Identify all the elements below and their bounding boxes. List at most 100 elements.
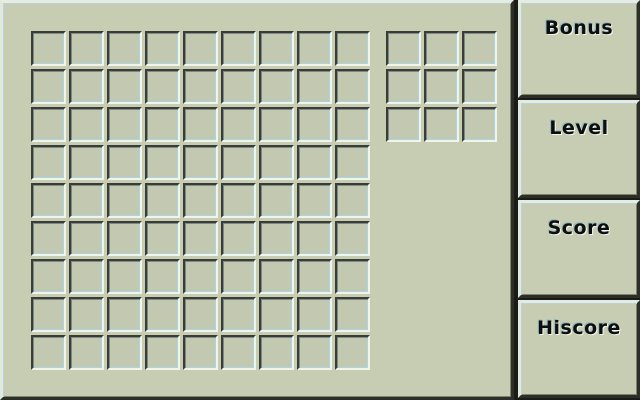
grid-cell[interactable] bbox=[183, 335, 218, 370]
grid-cell[interactable] bbox=[69, 221, 104, 256]
grid-cell[interactable] bbox=[69, 259, 104, 294]
grid-cell[interactable] bbox=[221, 145, 256, 180]
grid-cell[interactable] bbox=[145, 145, 180, 180]
preview-cell bbox=[462, 69, 497, 104]
grid-cell[interactable] bbox=[259, 31, 294, 66]
grid-cell[interactable] bbox=[221, 221, 256, 256]
hiscore-panel: Hiscore bbox=[518, 300, 640, 398]
grid-cell[interactable] bbox=[145, 335, 180, 370]
grid-cell[interactable] bbox=[183, 297, 218, 332]
grid-cell[interactable] bbox=[31, 183, 66, 218]
grid-cell[interactable] bbox=[221, 107, 256, 142]
grid-cell[interactable] bbox=[31, 145, 66, 180]
grid-cell[interactable] bbox=[145, 221, 180, 256]
grid-cell[interactable] bbox=[259, 297, 294, 332]
grid-cell[interactable] bbox=[145, 31, 180, 66]
grid-cell[interactable] bbox=[259, 183, 294, 218]
preview-cell bbox=[462, 107, 497, 142]
bonus-label: Bonus bbox=[544, 17, 614, 39]
grid-cell[interactable] bbox=[183, 183, 218, 218]
game-board-panel bbox=[0, 0, 514, 400]
grid-cell[interactable] bbox=[107, 297, 142, 332]
grid-cell[interactable] bbox=[297, 297, 332, 332]
next-piece-preview bbox=[386, 31, 497, 142]
grid-cell[interactable] bbox=[221, 335, 256, 370]
grid-cell[interactable] bbox=[183, 145, 218, 180]
score-panel: Score bbox=[518, 200, 640, 298]
grid-cell[interactable] bbox=[69, 183, 104, 218]
grid-cell[interactable] bbox=[221, 69, 256, 104]
grid-cell[interactable] bbox=[259, 335, 294, 370]
grid-cell[interactable] bbox=[31, 297, 66, 332]
grid-cell[interactable] bbox=[69, 69, 104, 104]
grid-cell[interactable] bbox=[297, 31, 332, 66]
grid-cell[interactable] bbox=[297, 221, 332, 256]
grid-cell[interactable] bbox=[297, 183, 332, 218]
grid-cell[interactable] bbox=[221, 183, 256, 218]
grid-cell[interactable] bbox=[335, 107, 370, 142]
grid-cell[interactable] bbox=[183, 259, 218, 294]
grid-cell[interactable] bbox=[107, 31, 142, 66]
grid-cell[interactable] bbox=[259, 145, 294, 180]
grid-cell[interactable] bbox=[145, 259, 180, 294]
grid-cell[interactable] bbox=[259, 259, 294, 294]
grid-cell[interactable] bbox=[31, 31, 66, 66]
grid-cell[interactable] bbox=[69, 107, 104, 142]
grid-cell[interactable] bbox=[183, 107, 218, 142]
grid-cell[interactable] bbox=[69, 145, 104, 180]
grid-cell[interactable] bbox=[335, 31, 370, 66]
grid-cell[interactable] bbox=[335, 335, 370, 370]
grid-cell[interactable] bbox=[335, 69, 370, 104]
grid-cell[interactable] bbox=[335, 297, 370, 332]
grid-cell[interactable] bbox=[297, 259, 332, 294]
grid-cell[interactable] bbox=[183, 221, 218, 256]
grid-cell[interactable] bbox=[107, 259, 142, 294]
grid-cell[interactable] bbox=[335, 183, 370, 218]
grid-cell[interactable] bbox=[31, 335, 66, 370]
grid-cell[interactable] bbox=[145, 107, 180, 142]
grid-cell[interactable] bbox=[31, 259, 66, 294]
grid-cell[interactable] bbox=[145, 69, 180, 104]
score-label: Score bbox=[547, 217, 611, 239]
grid-cell[interactable] bbox=[69, 335, 104, 370]
preview-cell bbox=[424, 107, 459, 142]
grid-cell[interactable] bbox=[297, 145, 332, 180]
level-label: Level bbox=[549, 117, 609, 139]
level-panel: Level bbox=[518, 100, 640, 198]
grid-cell[interactable] bbox=[107, 335, 142, 370]
preview-cell bbox=[424, 69, 459, 104]
grid-cell[interactable] bbox=[221, 31, 256, 66]
grid-cell[interactable] bbox=[107, 69, 142, 104]
grid-cell[interactable] bbox=[221, 297, 256, 332]
grid-cell[interactable] bbox=[259, 221, 294, 256]
grid-cell[interactable] bbox=[259, 69, 294, 104]
grid-cell[interactable] bbox=[107, 221, 142, 256]
grid-cell[interactable] bbox=[297, 69, 332, 104]
hiscore-label: Hiscore bbox=[537, 317, 621, 339]
preview-cell bbox=[386, 69, 421, 104]
grid-cell[interactable] bbox=[145, 297, 180, 332]
grid-cell[interactable] bbox=[31, 69, 66, 104]
grid-cell[interactable] bbox=[335, 145, 370, 180]
preview-cell bbox=[462, 31, 497, 66]
grid-cell[interactable] bbox=[69, 31, 104, 66]
grid-cell[interactable] bbox=[31, 221, 66, 256]
grid-cell[interactable] bbox=[335, 259, 370, 294]
game-grid[interactable] bbox=[31, 31, 370, 370]
grid-cell[interactable] bbox=[183, 69, 218, 104]
grid-cell[interactable] bbox=[297, 107, 332, 142]
grid-cell[interactable] bbox=[31, 107, 66, 142]
grid-cell[interactable] bbox=[69, 297, 104, 332]
grid-cell[interactable] bbox=[297, 335, 332, 370]
grid-cell[interactable] bbox=[183, 31, 218, 66]
preview-cell bbox=[386, 107, 421, 142]
preview-cell bbox=[424, 31, 459, 66]
grid-cell[interactable] bbox=[107, 145, 142, 180]
grid-cell[interactable] bbox=[107, 183, 142, 218]
preview-cell bbox=[386, 31, 421, 66]
grid-cell[interactable] bbox=[107, 107, 142, 142]
grid-cell[interactable] bbox=[145, 183, 180, 218]
grid-cell[interactable] bbox=[221, 259, 256, 294]
grid-cell[interactable] bbox=[259, 107, 294, 142]
grid-cell[interactable] bbox=[335, 221, 370, 256]
